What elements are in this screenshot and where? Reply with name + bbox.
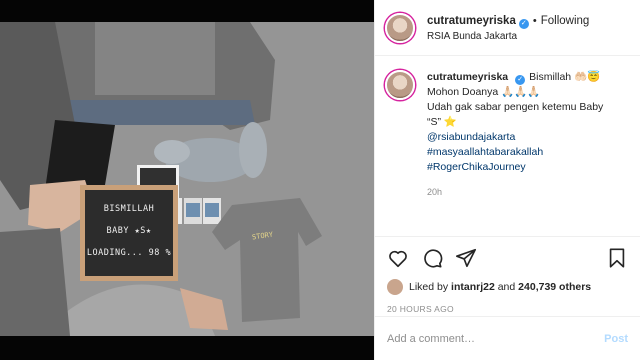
comment-icon[interactable] [421, 247, 443, 269]
photo-scene [0, 0, 374, 360]
post-location[interactable]: RSIA Bunda Jakarta [427, 29, 589, 44]
mention-link[interactable]: @rsiabundajakarta [427, 130, 603, 145]
likes-summary: Liked by intanrj22 and 240,739 others [387, 279, 628, 295]
verified-icon: ✓ [515, 75, 526, 85]
liker-username[interactable]: intanrj22 [451, 281, 495, 293]
verified-icon: ✓ [518, 18, 529, 29]
caption-line-3: Udah gak sabar pengen ketemu Baby [427, 101, 604, 113]
post-photo[interactable]: BISMILLAH BABY ★S★ LOADING... 98 % STORY [0, 0, 374, 360]
caption-line-1: Bismillah 🤲🏻😇 [529, 71, 601, 83]
caption-age: 20h [427, 187, 443, 197]
author-username[interactable]: cutratumeyriska [427, 15, 516, 27]
hashtag-link[interactable]: #RogerChikaJourney [427, 160, 603, 175]
action-bar: Liked by intanrj22 and 240,739 others 20… [375, 236, 640, 314]
caption-username[interactable]: cutratumeyriska [427, 71, 508, 83]
caption-text: cutratumeyriska ✓ Bismillah 🤲🏻😇 Mohon Doan… [427, 70, 603, 200]
caption-section: cutratumeyriska ✓ Bismillah 🤲🏻😇 Mohon Doan… [375, 56, 640, 234]
comment-input[interactable] [387, 332, 605, 345]
post-header: cutratumeyriska ✓ • Following RSIA Bunda Ja… [375, 0, 640, 56]
post-comment-button[interactable]: Post [604, 333, 628, 345]
following-button[interactable]: Following [541, 15, 590, 27]
caption-avatar[interactable] [385, 70, 415, 100]
likes-count[interactable]: 240,739 others [518, 281, 591, 293]
letterboard-line-1: BISMILLAH [103, 204, 155, 214]
caption-line-2: Mohon Doanya 🙏🏻🙏🏻🙏🏻 [427, 86, 541, 98]
heart-icon[interactable] [387, 247, 409, 269]
likes-prefix: Liked by [409, 281, 449, 293]
letterboard-line-3: LOADING... 98 % [86, 248, 172, 258]
author-avatar[interactable] [385, 12, 415, 43]
letterboard-line-2: BABY ★S★ [106, 226, 152, 236]
bookmark-icon[interactable] [606, 247, 628, 269]
likes-and: and [497, 281, 516, 293]
header-separator: • [532, 14, 537, 27]
caption-line-4: “S” ⭐ [427, 116, 457, 128]
add-comment-bar: Post [375, 316, 640, 360]
liker-avatar[interactable] [387, 279, 403, 295]
letterboard-text: BISMILLAH BABY ★S★ LOADING... 98 % [85, 198, 173, 264]
post-side-panel: cutratumeyriska ✓ • Following RSIA Bunda Ja… [374, 0, 640, 360]
share-icon[interactable] [455, 247, 477, 269]
hashtag-link[interactable]: #masyaallahtabarakallah [427, 145, 603, 160]
posted-time: 20 HOURS AGO [387, 304, 454, 314]
